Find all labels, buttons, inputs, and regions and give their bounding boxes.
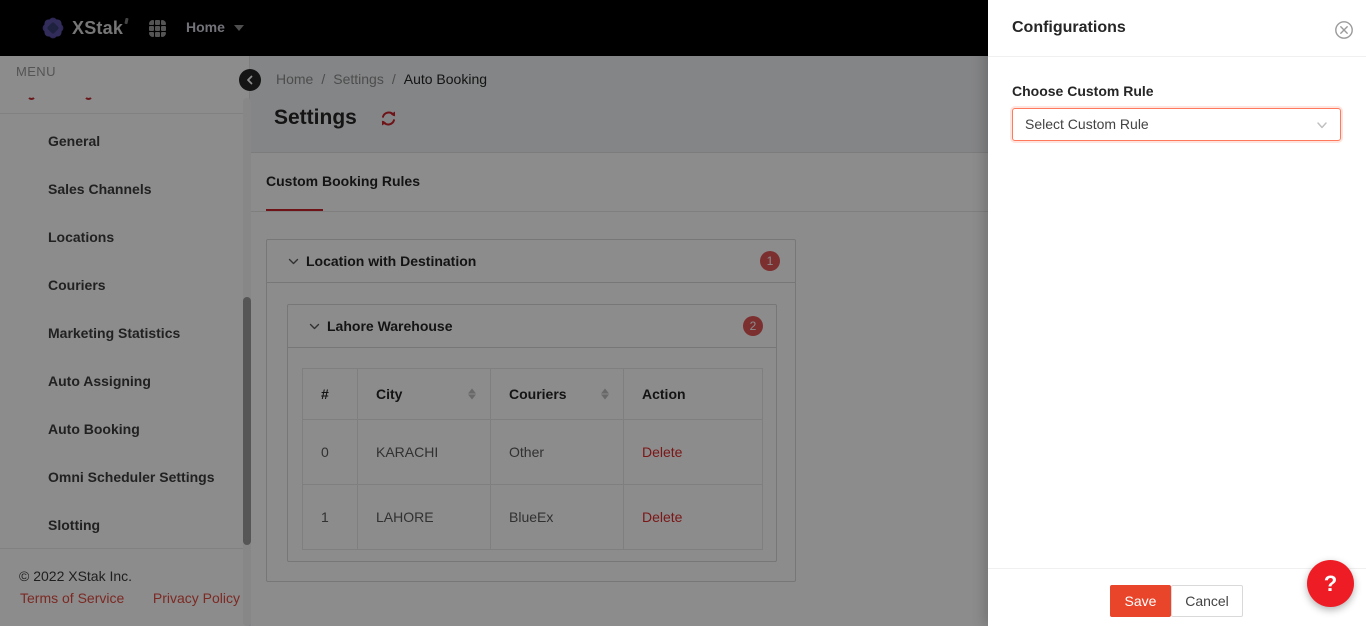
drawer-header: Configurations (988, 0, 1366, 57)
save-button[interactable]: Save (1110, 585, 1171, 617)
app-root: XStak Home MENU General Sales Channels L… (0, 0, 1366, 626)
close-icon[interactable] (1334, 20, 1354, 40)
custom-rule-select[interactable]: Select Custom Rule (1012, 108, 1341, 141)
drawer-title: Configurations (1012, 19, 1126, 36)
configurations-drawer: Configurations Choose Custom Rule Select… (988, 0, 1366, 626)
cancel-button[interactable]: Cancel (1171, 585, 1243, 617)
help-button[interactable]: ? (1307, 560, 1354, 607)
chevron-down-icon (1317, 122, 1327, 129)
choose-custom-rule-label: Choose Custom Rule (1012, 83, 1154, 99)
select-placeholder: Select Custom Rule (1025, 116, 1149, 132)
drawer-footer: Save Cancel ? (988, 560, 1366, 626)
